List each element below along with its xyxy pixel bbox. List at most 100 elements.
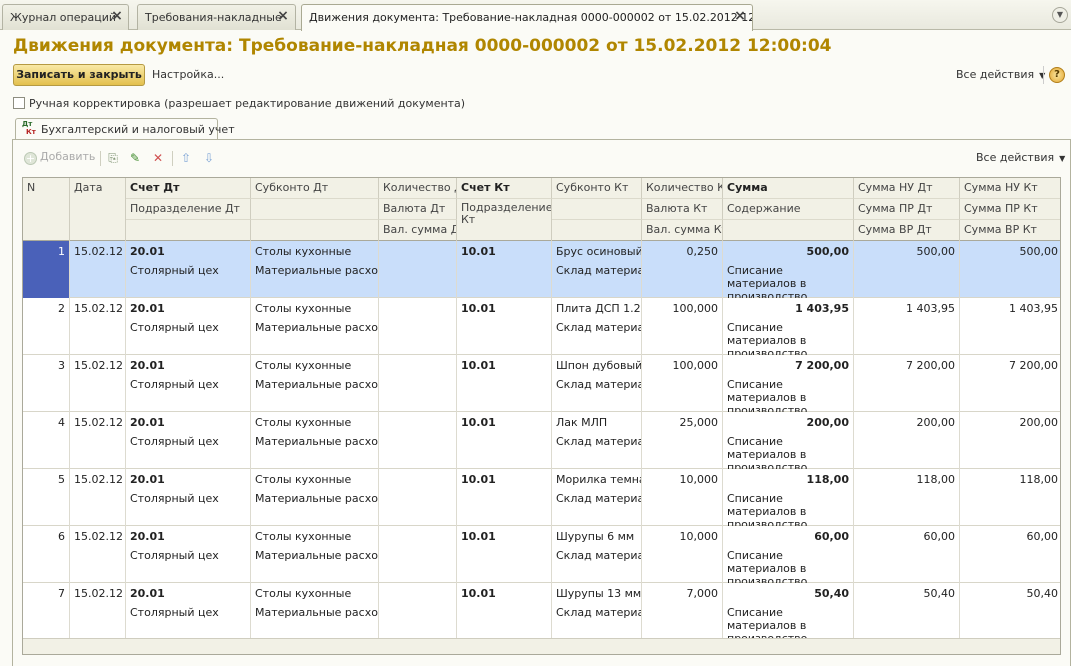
header-sum[interactable]: Сумма [723,178,854,199]
add-label: Добавить [40,150,96,163]
content-value: Списание материалов в производство [727,321,808,355]
sum-value: 1 403,95 [795,302,849,315]
close-icon[interactable]: × [110,9,124,23]
cell-qty-kt: 100,000 [642,298,723,355]
move-up-icon[interactable]: ⇧ [178,150,194,166]
header-vr-kt[interactable]: Сумма ВР Кт [960,220,1060,241]
manual-correction-label[interactable]: Ручная корректировка (разрешает редактир… [29,97,465,110]
header-pr-kt[interactable]: Сумма ПР Кт [960,199,1060,220]
header-content[interactable]: Содержание [723,199,854,220]
header-subconto-dt[interactable]: Субконто Дт [251,178,379,199]
header-acc-kt[interactable]: Счет Кт [457,178,552,199]
cell-acc-kt: 10.01 [457,355,552,412]
subconto-kt-value: Шурупы 13 мм [556,587,642,600]
tab-document-movements[interactable]: Движения документа: Требование-накладная… [301,4,753,31]
acc-dt-value: 20.01 [130,473,165,486]
close-icon[interactable]: × [276,9,290,23]
header-cur-sum-dt[interactable]: Вал. сумма Дт [379,220,457,241]
all-actions-menu[interactable]: Все действия▼ [956,68,1045,81]
cell-n: 3 [23,355,70,412]
all-actions-panel-menu[interactable]: Все действия ▼ [976,151,1065,164]
cell-subconto-dt: Столы кухонные Материальные расходы [251,241,379,298]
subconto-dt-value: Столы кухонные [255,473,352,486]
movements-table[interactable]: N Дата Счет Дт Подразделение Дт Субконто… [22,177,1061,655]
header-currency-kt[interactable]: Валюта Кт [642,199,723,220]
header-vr-dt[interactable]: Сумма ВР Дт [854,220,960,241]
help-icon[interactable]: ? [1049,67,1065,83]
acc-kt-value: 10.01 [461,416,496,429]
header-qty-kt[interactable]: Количество Кт [642,178,723,199]
tabs-dropdown-icon[interactable]: ▼ [1052,7,1068,23]
cell-date: 15.02.12 [70,469,126,526]
table-row[interactable]: 4 15.02.12 20.01 Столярный цех Столы кухо… [23,412,1060,469]
table-row[interactable]: 6 15.02.12 20.01 Столярный цех Столы кухо… [23,526,1060,583]
header-n[interactable]: N [23,178,70,241]
header-pr-dt[interactable]: Сумма ПР Дт [854,199,960,220]
subconto-kt-value: Морилка темная [556,473,641,486]
subconto-dt-value: Столы кухонные [255,530,352,543]
edit-icon[interactable]: ✎ [127,150,143,166]
delete-icon[interactable]: ✕ [150,150,166,166]
header-currency-dt[interactable]: Валюта Дт [379,199,457,220]
header-cur-sum-kt[interactable]: Вал. сумма Кт [642,220,723,241]
cell-acc-kt: 10.01 [457,583,552,640]
table-row[interactable]: 7 15.02.12 20.01 Столярный цех Столы кухо… [23,583,1060,640]
header-date[interactable]: Дата [70,178,126,241]
header-dept-dt[interactable]: Подразделение Дт [126,199,251,220]
header-empty [552,199,642,220]
cell-subconto-dt: Столы кухонные Материальные расходы [251,469,379,526]
header-qty-dt[interactable]: Количество Дт [379,178,457,199]
content-value: Списание материалов в производство [727,606,808,640]
sum-value: 60,00 [814,530,849,543]
tab-label: Движения документа: Требование-накладная… [309,11,753,24]
tab-accounting-tax[interactable]: Дт Кт Бухгалтерский и налоговый учет [15,118,235,140]
cell-qty-kt: 25,000 [642,412,723,469]
cell-nu-dt: 200,00 [854,412,960,469]
subconto-kt2-value: Склад материалов [556,264,641,277]
header-subconto-kt[interactable]: Субконто Кт [552,178,642,199]
subconto-dt-value: Столы кухонные [255,359,352,372]
cell-sum: 1 403,95 Списание материалов в производст… [723,298,854,355]
subconto-dt2-value: Материальные расходы [255,492,378,505]
cell-date: 15.02.12 [70,298,126,355]
cell-subconto-kt: Шпон дубовый Склад материалов [552,355,642,412]
table-footer [23,638,1060,654]
cell-date: 15.02.12 [70,241,126,298]
cell-nu-kt: 200,00 [1019,416,1059,429]
divider [100,151,101,166]
cell-qty-kt: 0,250 [642,241,723,298]
move-down-icon[interactable]: ⇩ [201,150,217,166]
manual-correction-checkbox[interactable] [13,97,25,109]
cell-nu-dt: 7 200,00 [854,355,960,412]
header-acc-dt[interactable]: Счет Дт [126,178,251,199]
header-nu-dt[interactable]: Сумма НУ Дт [854,178,960,199]
add-icon: + [24,152,37,165]
header-dept-kt[interactable]: Подразделение Кт [457,199,552,241]
table-header: N Дата Счет Дт Подразделение Дт Субконто… [23,178,1060,241]
table-row[interactable]: 1 15.02.12 20.01 Столярный цех Столы кухо… [23,241,1060,298]
cell-acc-kt: 10.01 [457,298,552,355]
content-value: Списание материалов в производство [727,378,808,412]
sum-value: 500,00 [806,245,849,258]
cell-sum: 50,40 Списание материалов в производство [723,583,854,640]
cell-n: 2 [23,298,70,355]
table-row[interactable]: 3 15.02.12 20.01 Столярный цех Столы кухо… [23,355,1060,412]
dept-dt-value: Столярный цех [130,321,219,334]
header-nu-kt[interactable]: Сумма НУ Кт [960,178,1060,199]
dept-dt-value: Столярный цех [130,606,219,619]
add-button[interactable]: + Добавить [24,150,95,165]
tab-label: Требования-накладные [145,11,282,24]
close-icon[interactable]: × [733,9,747,23]
settings-button[interactable]: Настройка... [152,68,224,81]
cell-nu-kt: 60,00 [1026,530,1059,543]
copy-icon[interactable]: ⎘ [105,150,121,166]
acc-kt-value: 10.01 [461,530,496,543]
cell-subconto-dt: Столы кухонные Материальные расходы [251,298,379,355]
divider [1043,66,1044,84]
table-row[interactable]: 5 15.02.12 20.01 Столярный цех Столы кухо… [23,469,1060,526]
cell-acc-dt: 20.01 Столярный цех [126,583,251,640]
subconto-kt2-value: Склад материалов [556,321,641,334]
table-row[interactable]: 2 15.02.12 20.01 Столярный цех Столы кухо… [23,298,1060,355]
save-and-close-button[interactable]: Записать и закрыть [13,64,145,86]
tab-requisitions[interactable]: Требования-накладные [137,4,296,30]
